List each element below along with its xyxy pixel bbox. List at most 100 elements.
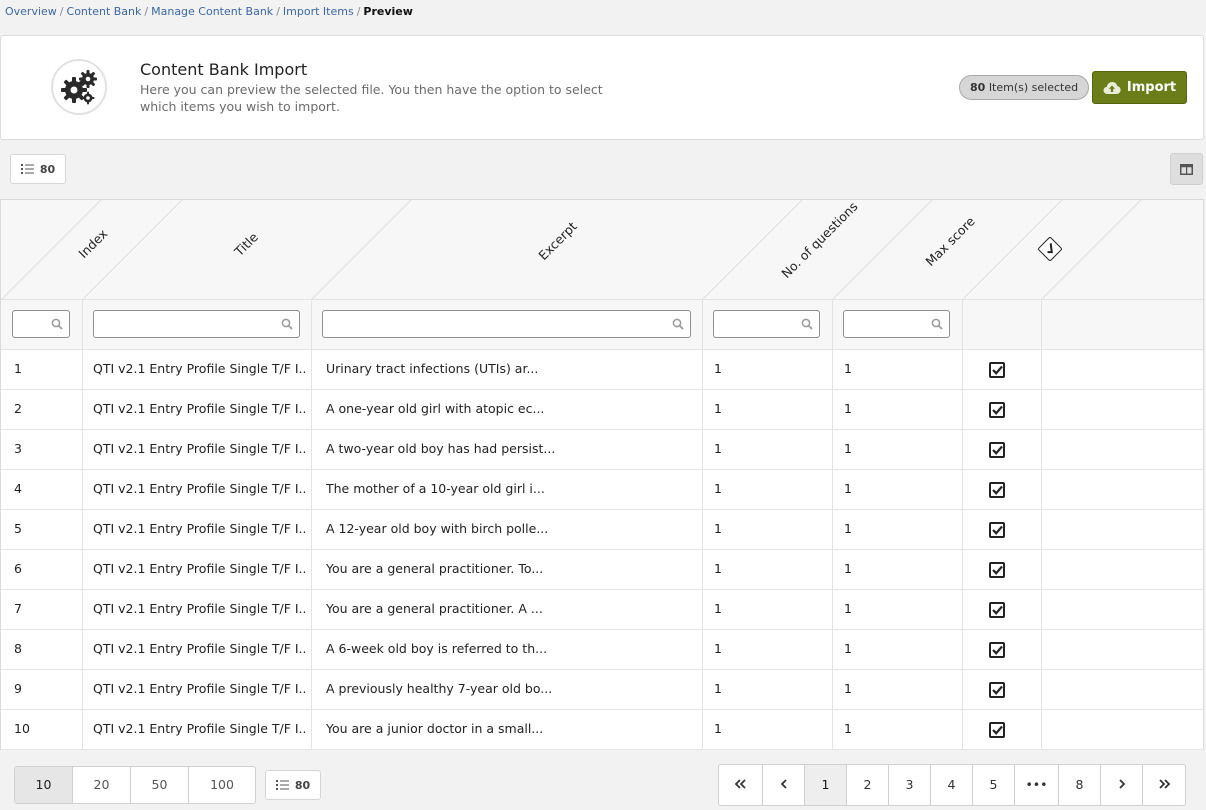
cell-max-score: 1: [844, 641, 852, 656]
cell-index: 7: [14, 601, 22, 616]
footer-item-count-button[interactable]: 80: [265, 770, 321, 800]
cell-index: 9: [14, 681, 22, 696]
breadcrumb-content-bank[interactable]: Content Bank: [67, 5, 142, 18]
table-row[interactable]: 10 QTI v2.1 Entry Profile Single T/F I...…: [1, 710, 1203, 750]
row-select-checkbox[interactable]: [989, 602, 1005, 618]
header-divider-lines: [1, 200, 1142, 299]
cell-questions: 1: [714, 521, 722, 536]
page-button-8[interactable]: 8: [1059, 765, 1101, 805]
page-ellipsis-button[interactable]: •••: [1015, 765, 1059, 805]
cell-max-score: 1: [844, 601, 852, 616]
row-select-checkbox[interactable]: [989, 482, 1005, 498]
table-row[interactable]: 2 QTI v2.1 Entry Profile Single T/F I... A…: [1, 390, 1203, 430]
checkmark-icon: [991, 365, 1003, 375]
cell-max-score: 1: [844, 441, 852, 456]
cell-title: QTI v2.1 Entry Profile Single T/F I...: [93, 681, 305, 696]
cell-questions: 1: [714, 601, 722, 616]
cell-index: 4: [14, 481, 22, 496]
row-select-checkbox[interactable]: [989, 642, 1005, 658]
cell-questions: 1: [714, 561, 722, 576]
breadcrumb-separator: /: [356, 5, 361, 18]
checkmark-icon: [991, 645, 1003, 655]
cell-questions: 1: [714, 401, 722, 416]
item-count: 80: [39, 162, 56, 176]
checkmark-icon: [991, 525, 1003, 535]
page-size-100[interactable]: 100: [189, 767, 255, 803]
page-button-1[interactable]: 1: [805, 765, 847, 805]
page-size-50[interactable]: 50: [131, 767, 189, 803]
table-row[interactable]: 3 QTI v2.1 Entry Profile Single T/F I... A…: [1, 430, 1203, 470]
next-page-button[interactable]: [1101, 765, 1143, 805]
filter-excerpt-input[interactable]: [322, 310, 691, 338]
table-row[interactable]: 1 QTI v2.1 Entry Profile Single T/F I... U…: [1, 350, 1203, 390]
cell-excerpt: You are a general practitioner. A ...: [326, 601, 543, 616]
row-select-checkbox[interactable]: [989, 362, 1005, 378]
import-button[interactable]: Import: [1092, 71, 1187, 104]
checkmark-icon: [991, 605, 1003, 615]
page-button-2[interactable]: 2: [847, 765, 889, 805]
breadcrumb-overview[interactable]: Overview: [5, 5, 57, 18]
page-button-5[interactable]: 5: [973, 765, 1015, 805]
import-button-label: Import: [1126, 80, 1177, 95]
breadcrumb-separator: /: [59, 5, 64, 18]
cell-title: QTI v2.1 Entry Profile Single T/F I...: [93, 641, 305, 656]
table-row[interactable]: 9 QTI v2.1 Entry Profile Single T/F I... A…: [1, 670, 1203, 710]
filter-index-input[interactable]: [12, 310, 70, 338]
columns-toggle-button[interactable]: [1170, 153, 1203, 185]
cell-title: QTI v2.1 Entry Profile Single T/F I...: [93, 561, 305, 576]
selected-count-badge: 80 Item(s) selected: [959, 75, 1090, 100]
table-row[interactable]: 8 QTI v2.1 Entry Profile Single T/F I... A…: [1, 630, 1203, 670]
cloud-upload-icon: [1103, 81, 1121, 94]
cell-max-score: 1: [844, 481, 852, 496]
cell-title: QTI v2.1 Entry Profile Single T/F I...: [93, 441, 305, 456]
previous-page-button[interactable]: [763, 765, 805, 805]
row-select-checkbox[interactable]: [989, 522, 1005, 538]
cell-max-score: 1: [844, 521, 852, 536]
table-row[interactable]: 5 QTI v2.1 Entry Profile Single T/F I... A…: [1, 510, 1203, 550]
filter-questions-input[interactable]: [713, 310, 820, 338]
filter-row: [1, 300, 1203, 350]
row-select-checkbox[interactable]: [989, 722, 1005, 738]
page-button-4[interactable]: 4: [931, 765, 973, 805]
page-button-3[interactable]: 3: [889, 765, 931, 805]
breadcrumb-manage-content-bank[interactable]: Manage Content Bank: [151, 5, 273, 18]
search-icon: [51, 318, 63, 330]
row-select-checkbox[interactable]: [989, 562, 1005, 578]
cell-excerpt: A one-year old girl with atopic ec...: [326, 401, 545, 416]
page-size-10[interactable]: 10: [15, 767, 73, 803]
last-page-button[interactable]: [1143, 765, 1185, 805]
filter-max-score-input[interactable]: [843, 310, 950, 338]
checkmark-icon: [991, 405, 1003, 415]
cell-questions: 1: [714, 441, 722, 456]
page-size-selector: 10 20 50 100: [14, 766, 256, 804]
search-icon: [281, 318, 293, 330]
first-page-button[interactable]: [719, 765, 763, 805]
cell-index: 8: [14, 641, 22, 656]
columns-toggle-icon: [1180, 163, 1193, 175]
double-chevron-left-icon: [734, 779, 746, 789]
page-size-20[interactable]: 20: [73, 767, 131, 803]
breadcrumb-import-items[interactable]: Import Items: [283, 5, 354, 18]
table-row[interactable]: 4 QTI v2.1 Entry Profile Single T/F I... T…: [1, 470, 1203, 510]
table-row[interactable]: 7 QTI v2.1 Entry Profile Single T/F I... Y…: [1, 590, 1203, 630]
cell-questions: 1: [714, 641, 722, 656]
cell-excerpt: A 12-year old boy with birch polle...: [326, 521, 549, 536]
double-chevron-right-icon: [1158, 779, 1170, 789]
cell-title: QTI v2.1 Entry Profile Single T/F I...: [93, 481, 305, 496]
search-icon: [931, 318, 943, 330]
cell-max-score: 1: [844, 561, 852, 576]
import-header-panel: Content Bank Import Here you can preview…: [0, 35, 1204, 140]
table-row[interactable]: 6 QTI v2.1 Entry Profile Single T/F I... Y…: [1, 550, 1203, 590]
row-select-checkbox[interactable]: [989, 682, 1005, 698]
item-count-button[interactable]: 80: [10, 154, 66, 184]
breadcrumb-current: Preview: [363, 5, 413, 18]
row-select-checkbox[interactable]: [989, 442, 1005, 458]
cell-title: QTI v2.1 Entry Profile Single T/F I...: [93, 601, 305, 616]
row-select-checkbox[interactable]: [989, 402, 1005, 418]
filter-title-input[interactable]: [93, 310, 300, 338]
cell-questions: 1: [714, 361, 722, 376]
chevron-left-icon: [780, 779, 787, 789]
preview-table: Index Title Excerpt No. of questions Max…: [0, 199, 1204, 750]
page-title: Content Bank Import: [140, 60, 308, 79]
pagination: 1 2 3 4 5 ••• 8: [718, 764, 1186, 806]
